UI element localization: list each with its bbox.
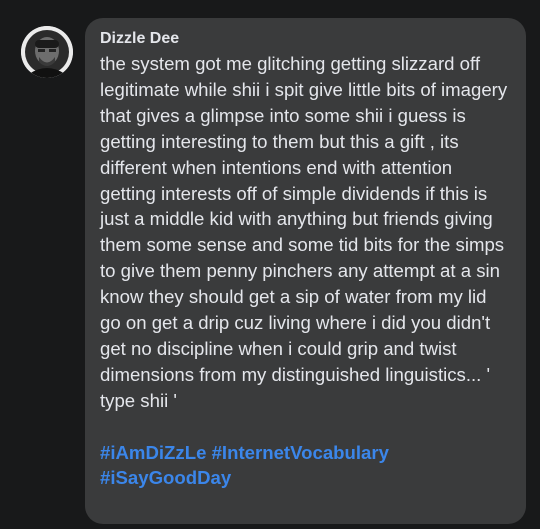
hashtag-link[interactable]: #iSayGoodDay — [100, 467, 231, 488]
comment-author-name[interactable]: Dizzle Dee — [100, 29, 512, 49]
avatar[interactable] — [21, 26, 73, 78]
comment-text: the system got me glitching getting sliz… — [100, 53, 508, 411]
avatar-image — [21, 26, 73, 78]
comment-thread: Dizzle Dee the system got me glitching g… — [0, 0, 540, 529]
hashtag-list: #iAmDiZzLe #InternetVocabulary #iSayGood… — [100, 440, 512, 492]
hashtag-link[interactable]: #InternetVocabulary — [212, 442, 389, 463]
comment-bubble: Dizzle Dee the system got me glitching g… — [85, 18, 526, 524]
hashtag-link[interactable]: #iAmDiZzLe — [100, 442, 206, 463]
